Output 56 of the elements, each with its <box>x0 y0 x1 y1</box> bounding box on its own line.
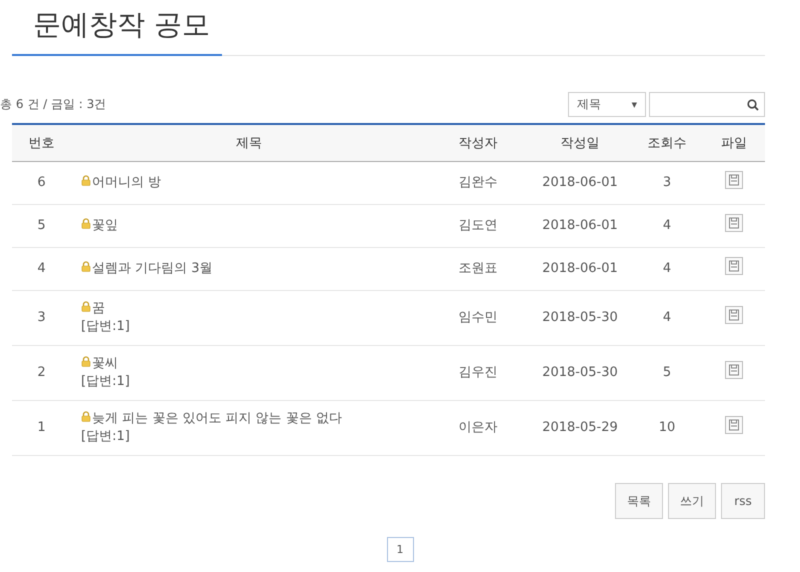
search-field[interactable] <box>649 92 765 117</box>
table-cell: 2018-06-01 <box>529 162 631 204</box>
lock-icon <box>81 261 91 272</box>
table-cell: 이은자 <box>427 400 529 456</box>
lock-icon <box>81 301 91 312</box>
page-title: 문예창작 공모 <box>12 0 222 56</box>
action-button[interactable]: 쓰기 <box>668 483 716 519</box>
table-cell: 2 <box>12 346 71 400</box>
post-title-cell[interactable]: 꽃씨 [답변:1] <box>71 346 427 400</box>
lock-icon <box>81 356 91 367</box>
post-title-cell[interactable]: 어머니의 방 <box>71 162 427 204</box>
table-cell: 김완수 <box>427 162 529 204</box>
table-cell: 5 <box>631 346 703 400</box>
table-cell: 2018-05-30 <box>529 290 631 346</box>
column-header: 제목 <box>71 124 427 162</box>
column-header: 작성일 <box>529 124 631 162</box>
table-cell: 임수민 <box>427 290 529 346</box>
table-cell: 4 <box>12 248 71 290</box>
table-cell: 4 <box>631 248 703 290</box>
table-cell: 3 <box>12 290 71 346</box>
table-cell: 조원표 <box>427 248 529 290</box>
table-cell: 5 <box>12 204 71 248</box>
post-title-cell[interactable]: 꽃잎 <box>71 204 427 248</box>
page-button[interactable]: 1 <box>386 537 414 562</box>
table-cell: 4 <box>631 290 703 346</box>
post-title-cell[interactable]: 설렘과 기다림의 3월 <box>71 248 427 290</box>
table-cell: 김우진 <box>427 346 529 400</box>
table-cell: 1 <box>12 400 71 456</box>
table-cell: 김도연 <box>427 204 529 248</box>
table-cell: 2018-06-01 <box>529 248 631 290</box>
file-icon[interactable] <box>725 214 743 232</box>
column-header: 파일 <box>703 124 765 162</box>
column-header: 번호 <box>12 124 71 162</box>
lock-icon <box>81 411 91 422</box>
lock-icon <box>81 218 91 229</box>
table-cell: 2018-05-30 <box>529 346 631 400</box>
post-title-cell[interactable]: 늦게 피는 꽃은 있어도 피지 않는 꽃은 없다 [답변:1] <box>71 400 427 456</box>
table-cell: 3 <box>631 162 703 204</box>
search-icon[interactable] <box>747 98 759 110</box>
file-icon[interactable] <box>725 171 743 189</box>
lock-icon <box>81 175 91 186</box>
file-icon[interactable] <box>725 257 743 275</box>
table-cell: 2018-06-01 <box>529 204 631 248</box>
action-button[interactable]: 목록 <box>615 483 663 519</box>
column-header: 작성자 <box>427 124 529 162</box>
file-icon[interactable] <box>725 416 743 434</box>
file-icon[interactable] <box>725 361 743 379</box>
file-icon[interactable] <box>725 306 743 324</box>
table-cell: 10 <box>631 400 703 456</box>
post-title-cell[interactable]: 꿈 [답변:1] <box>71 290 427 346</box>
column-header: 조회수 <box>631 124 703 162</box>
table-cell: 6 <box>12 162 71 204</box>
table-cell: 2018-05-29 <box>529 400 631 456</box>
action-button[interactable]: rss <box>721 483 765 519</box>
post-count: 총 6 건 / 금일 : 3건 <box>0 96 106 113</box>
table-cell: 4 <box>631 204 703 248</box>
